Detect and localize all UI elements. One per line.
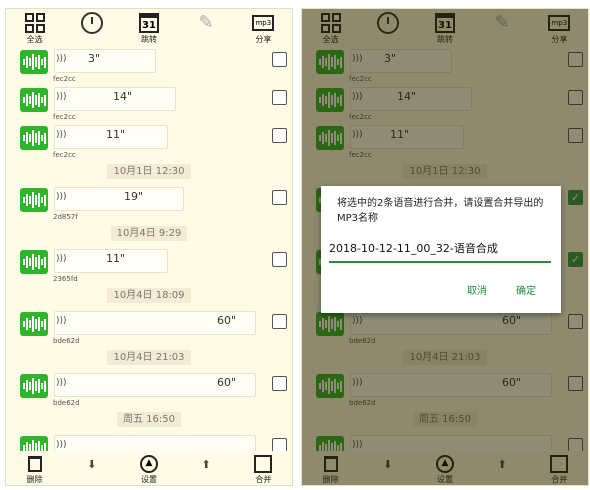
settings-button[interactable]: ▲ 设置	[129, 453, 169, 484]
select-checkbox[interactable]	[272, 190, 287, 205]
arrow-down-icon: ⬇	[87, 457, 97, 471]
speaker-icon: )))	[56, 378, 67, 388]
dialog-message: 将选中的2条语音进行合并，请设置合并导出的MP3名称	[337, 198, 544, 224]
user-edit-icon: ✎	[198, 12, 214, 33]
merge-label: 合并	[255, 475, 272, 484]
speaker-icon: )))	[56, 440, 67, 450]
timestamp-divider: 10月4日 9:29	[6, 222, 292, 246]
share-label: 分享	[255, 35, 272, 44]
speaker-icon: )))	[56, 316, 67, 326]
speaker-icon: )))	[56, 192, 67, 202]
duration-label: 3"	[88, 52, 101, 65]
select-checkbox[interactable]	[272, 52, 287, 67]
voice-wave-icon	[20, 312, 48, 336]
timestamp-divider: 10月4日 21:03	[6, 346, 292, 370]
trash-icon	[27, 456, 42, 472]
top-toolbar: 全选 31 跳转 ✎ mp3 分享	[6, 9, 292, 47]
delete-button[interactable]: 删除	[15, 453, 55, 484]
voice-wave-icon	[20, 250, 48, 274]
select-checkbox[interactable]	[272, 376, 287, 391]
speaker-icon: )))	[56, 130, 67, 140]
sender-id: 2365fd	[53, 275, 78, 283]
voice-bubble[interactable]	[54, 435, 256, 451]
message-list[interactable]: ))) 3" fec2cc ))) 14" fec2cc ))) 11" fec…	[6, 47, 292, 451]
select-checkbox[interactable]	[272, 128, 287, 143]
arrow-up-icon: ⬆	[201, 457, 211, 471]
sender-id: 2d857f	[53, 213, 78, 221]
user-button[interactable]: ✎	[184, 12, 228, 44]
select-all-button[interactable]: 全选	[13, 12, 57, 44]
duration-label: 60"	[217, 314, 237, 327]
voice-wave-icon	[20, 188, 48, 212]
speaker-icon: )))	[56, 54, 67, 64]
settings-label: 设置	[140, 475, 157, 484]
voice-message-row[interactable]: ))) 14" fec2cc	[6, 84, 292, 122]
select-checkbox[interactable]	[272, 90, 287, 105]
bottom-toolbar: 删除 ⬇ ▲ 设置 ⬆ 合并	[6, 451, 292, 485]
filename-input[interactable]: 2018-10-12-11_00_32-语音合成	[329, 239, 551, 263]
left-screen: 全选 31 跳转 ✎ mp3 分享 ))) 3" fec2cc))) 14" …	[5, 8, 293, 486]
voice-wave-icon	[20, 50, 48, 74]
voice-message-row[interactable]: ))) 60" bde62d	[6, 308, 292, 346]
calendar-icon: 31	[138, 13, 159, 33]
speaker-icon: )))	[56, 254, 67, 264]
sender-id: fec2cc	[53, 113, 76, 121]
jump-button[interactable]: 31 跳转	[127, 12, 171, 44]
voice-wave-icon	[20, 436, 48, 451]
mp3-share-icon: mp3	[252, 15, 275, 31]
select-all-icon	[24, 13, 45, 33]
timestamp-divider: 10月1日 12:30	[6, 160, 292, 184]
compass-icon: ▲	[139, 455, 158, 473]
speaker-icon: )))	[56, 92, 67, 102]
timestamp-divider: 周五 16:50	[6, 408, 292, 432]
right-screen: 全选 31 跳转 ✎ mp3 分享 ))) 3" fec2cc	[301, 8, 589, 486]
move-down-button[interactable]: ⬇	[72, 453, 112, 484]
cancel-button[interactable]: 取消	[467, 282, 487, 297]
duration-label: 60"	[217, 376, 237, 389]
clock-button[interactable]	[70, 12, 114, 44]
voice-wave-icon	[20, 374, 48, 398]
clock-icon	[80, 12, 103, 34]
voice-message-row[interactable]: ))) 60" bde62d	[6, 370, 292, 408]
voice-message-row[interactable]: ))) 3" fec2cc	[6, 47, 292, 84]
voice-wave-icon	[20, 126, 48, 150]
sender-id: fec2cc	[53, 151, 76, 159]
share-button[interactable]: mp3 分享	[241, 12, 285, 44]
merge-button[interactable]: 合并	[243, 453, 283, 484]
duration-label: 11"	[106, 128, 126, 141]
merge-dialog: 将选中的2条语音进行合并，请设置合并导出的MP3名称 2018-10-12-11…	[321, 186, 561, 313]
duration-label: 19"	[124, 190, 144, 203]
voice-bubble[interactable]	[54, 187, 184, 211]
move-up-button[interactable]: ⬆	[186, 453, 226, 484]
select-checkbox[interactable]	[272, 314, 287, 329]
save-merge-icon	[254, 455, 273, 473]
select-checkbox[interactable]	[272, 252, 287, 267]
timestamp-divider: 10月4日 18:09	[6, 284, 292, 308]
voice-message-row[interactable]: ))) 19" 2d857f	[6, 184, 292, 222]
voice-wave-icon	[20, 88, 48, 112]
sender-id: fec2cc	[53, 75, 76, 83]
sender-id: bde62d	[53, 399, 80, 407]
confirm-button[interactable]: 确定	[516, 282, 536, 297]
duration-label: 11"	[106, 252, 126, 265]
voice-message-row[interactable]: ))) 11" 2365fd	[6, 246, 292, 284]
voice-message-row[interactable]: )))	[6, 432, 292, 451]
select-all-label: 全选	[26, 35, 43, 44]
duration-label: 14"	[113, 90, 133, 103]
jump-label: 跳转	[140, 35, 157, 44]
voice-bubble[interactable]	[54, 49, 156, 73]
select-checkbox[interactable]	[272, 438, 287, 451]
sender-id: bde62d	[53, 337, 80, 345]
voice-message-row[interactable]: ))) 11" fec2cc	[6, 122, 292, 160]
delete-label: 删除	[26, 475, 43, 484]
